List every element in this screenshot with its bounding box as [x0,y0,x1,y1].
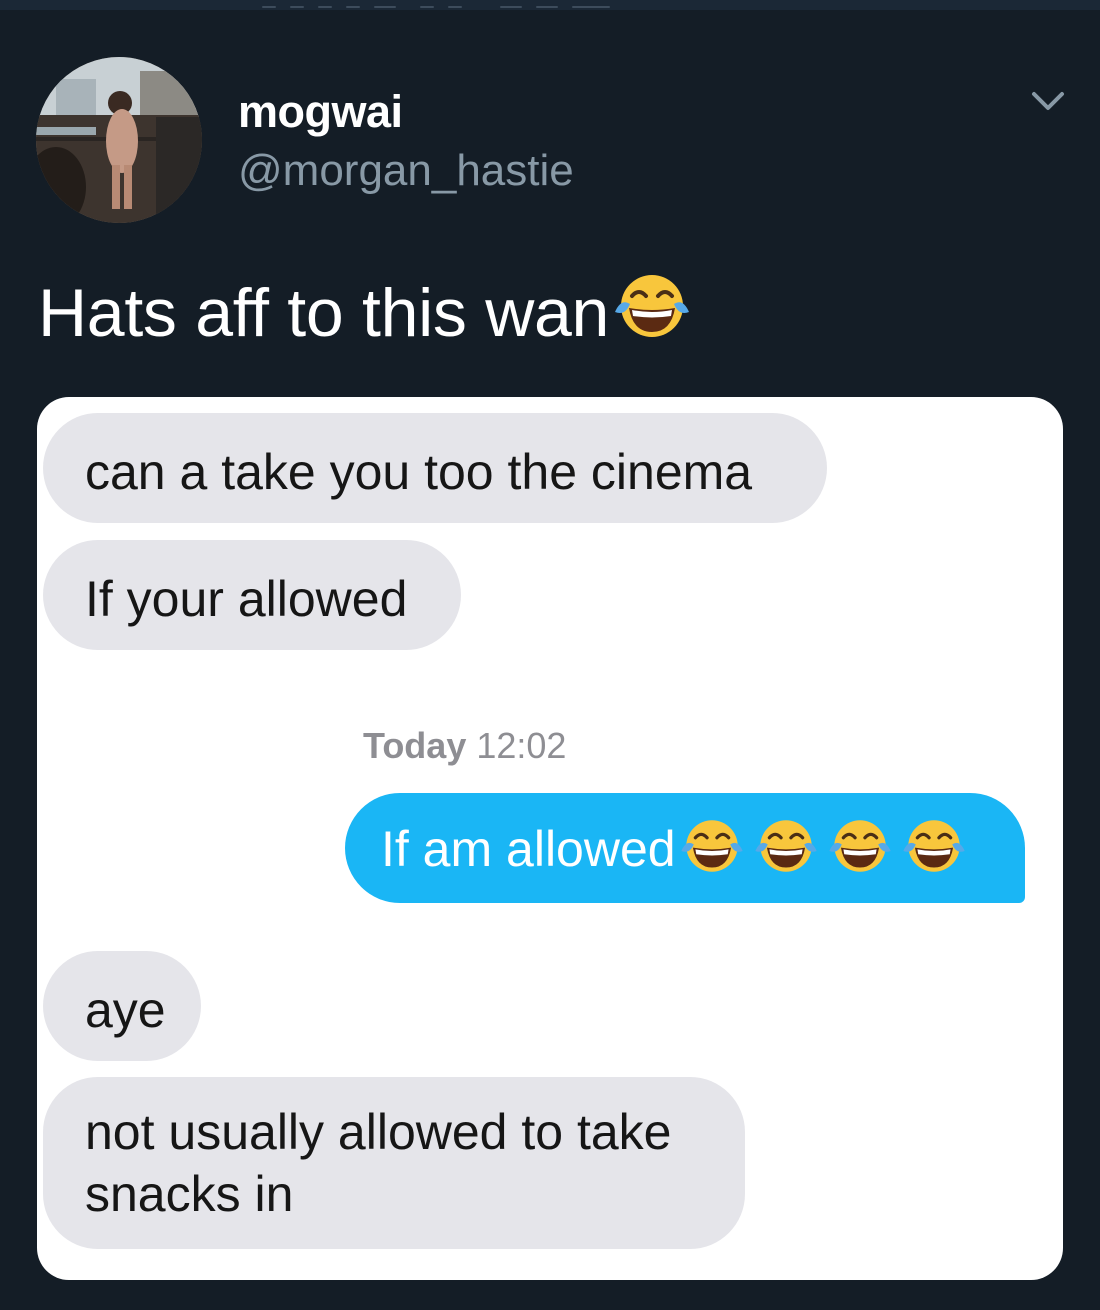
message-text: not usually allowed to take snacks in [85,1104,672,1222]
display-name[interactable]: mogwai [238,86,403,138]
top-edge-mark [262,6,276,8]
timestamp-time: 12:02 [476,725,567,766]
tweet-menu-button[interactable] [1028,86,1068,118]
top-edge-mark [374,6,396,8]
top-edge-mark [536,6,558,8]
message-text: If am allowed [381,820,676,877]
tears-of-joy-emoji-icon [900,816,968,876]
tweet-text-body: Hats aff to this wan [38,275,610,351]
message-text: If your allowed [85,570,408,627]
user-handle[interactable]: @morgan_hastie [238,146,574,196]
received-message-bubble: can a take you too the cinema [43,413,827,523]
received-message-bubble: aye [43,951,201,1061]
top-edge-mark [318,6,332,8]
top-edge-mark [420,6,434,8]
tears-of-joy-emoji-icon [611,270,693,342]
top-edge-mark [500,6,522,8]
top-edge-mark [346,6,360,8]
sent-message-bubble: If am allowed [345,793,1025,903]
tears-of-joy-emoji-icon [678,816,746,876]
message-screenshot: can a take you too the cinema If your al… [37,397,1063,1280]
tears-of-joy-emoji-icon [752,816,820,876]
top-edge-mark [572,6,610,8]
tears-of-joy-emoji-icon [826,816,894,876]
top-edge-mark [448,6,462,8]
message-text: can a take you too the cinema [85,443,753,500]
message-text: aye [85,981,166,1038]
top-edge-strip [0,0,1100,10]
received-message-bubble: not usually allowed to take snacks in [43,1077,745,1249]
profile-avatar[interactable] [36,57,202,223]
message-timestamp: Today 12:02 [363,725,566,767]
profile-photo-icon [36,57,202,223]
received-message-bubble: If your allowed [43,540,461,650]
tweet-text: Hats aff to this wan [38,270,693,352]
chevron-down-icon [1032,92,1064,110]
timestamp-day: Today [363,725,467,766]
top-edge-mark [290,6,304,8]
